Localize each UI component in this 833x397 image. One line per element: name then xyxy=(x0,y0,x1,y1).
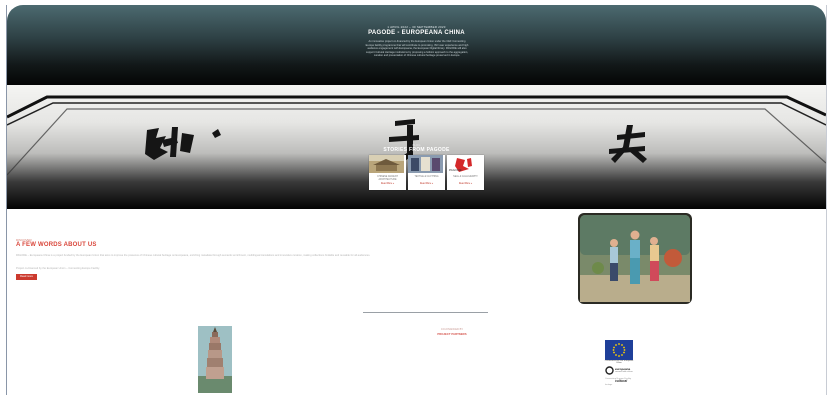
svg-text:PAGODE: PAGODE xyxy=(449,168,462,172)
europeana-logo[interactable]: europeana connect with culture xyxy=(605,365,633,375)
eu-caption: Co-financed by the European Union xyxy=(604,360,634,364)
about-text-secondary: Project co-financed by the European Unio… xyxy=(16,267,100,270)
story-read-more-link[interactable]: Read More » xyxy=(410,183,443,185)
story-read-more-link[interactable]: Read More » xyxy=(449,183,482,185)
story-caption: TEXTILE & CLOTHING xyxy=(414,176,439,178)
cef-sub-label: heritage xyxy=(605,384,613,386)
story-caption: CHINESE ANCIENT ARCHITECTURE xyxy=(377,176,398,181)
eu-flag-logo xyxy=(605,340,633,360)
partners-title: PROJECT PARTNERS xyxy=(437,332,467,336)
cef-logo[interactable]: Connecting Europe Facility cultural heri… xyxy=(605,378,633,388)
europeana-icon xyxy=(605,366,614,375)
pagoda-image xyxy=(198,326,232,393)
hero-banner: 1 APRIL 2022 – 30 SEPTEMBER 2023 PAGODE … xyxy=(7,5,826,85)
story-caption: SEAL & CALLIGRAPHY xyxy=(453,176,478,178)
story-card-textile[interactable]: TEXTILE & CLOTHING Read More » xyxy=(408,155,445,190)
stories-title: STORIES FROM PAGODE xyxy=(383,147,450,153)
about-title: A FEW WORDS ABOUT US xyxy=(16,242,97,248)
about-text: PAGODE – Europeana China is a project fu… xyxy=(16,254,371,257)
story-image-seal: PAGODE xyxy=(447,155,482,173)
hero-title: PAGODE - EUROPEANA CHINA xyxy=(368,30,465,36)
stories-section: BLOG STORIES FROM PAGODE CHINESE ANCIENT… xyxy=(7,85,826,209)
story-image-textile xyxy=(408,155,443,173)
read-more-button[interactable]: Read more xyxy=(16,274,37,280)
browser-page: 1 APRIL 2022 – 30 SEPTEMBER 2023 PAGODE … xyxy=(6,5,827,395)
hero-date: 1 APRIL 2022 – 30 SEPTEMBER 2023 xyxy=(387,25,446,29)
cef-wordmark: cultural xyxy=(615,379,628,383)
story-read-more-link[interactable]: Read More » xyxy=(371,183,404,185)
story-image-architecture xyxy=(369,155,404,173)
section-divider xyxy=(363,312,488,313)
europeana-tagline: connect with culture xyxy=(615,371,633,373)
story-card-architecture[interactable]: CHINESE ANCIENT ARCHITECTURE Read More » xyxy=(369,155,406,190)
hero-description: An innovative project co-financed by the… xyxy=(365,40,469,58)
partners-eyebrow: CO-FINANCED BY xyxy=(440,328,464,331)
story-card-seal[interactable]: PAGODE SEAL & CALLIGRAPHY Read More » xyxy=(447,155,484,190)
children-photo-image xyxy=(578,213,692,304)
